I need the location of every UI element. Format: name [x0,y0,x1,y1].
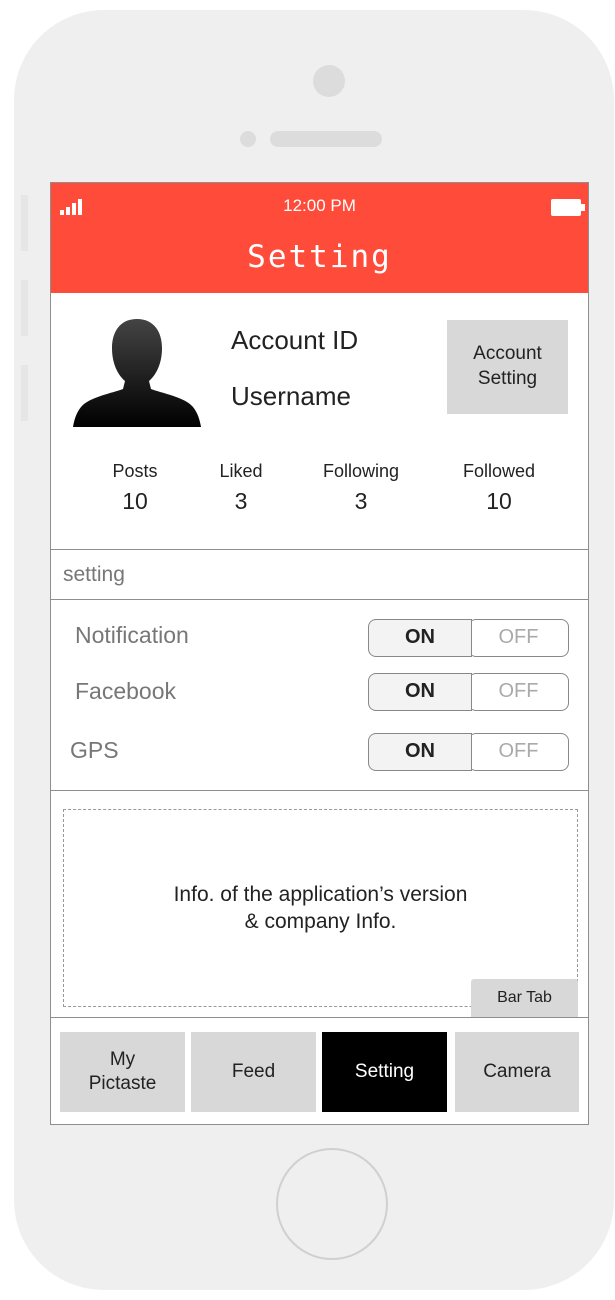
stat-followed: Followed 10 [451,461,547,515]
section-label: setting [63,563,125,586]
stat-liked: Liked 3 [209,461,273,515]
account-setting-label-line1: Account [473,343,542,365]
page-title: Setting [247,239,392,275]
toggle-off-option[interactable]: OFF [468,673,569,711]
app-screen: 12:00 PM Setting Account ID Username Acc… [50,182,589,1125]
tab-label-line1: My [109,1049,136,1071]
app-info-line2: & company Info. [244,910,397,934]
toggle-off-option[interactable]: OFF [468,733,569,771]
setting-label-notification: Notification [75,622,189,648]
tab-setting[interactable]: Setting [322,1032,447,1112]
notification-toggle[interactable]: OFF ON [368,619,569,657]
toggle-on-option[interactable]: ON [368,733,472,771]
tab-bar: My Pictaste Feed Setting Camera [51,1017,588,1124]
stat-label: Followed [462,461,536,481]
app-info-box: Info. of the application’s version & com… [63,809,578,1007]
earpiece-speaker [270,131,382,147]
front-camera [313,65,345,97]
tab-feed[interactable]: Feed [191,1032,316,1112]
settings-list: Notification OFF ON Facebook OFF ON GPS … [51,600,588,791]
avatar-silhouette-icon [73,319,201,427]
stat-label: Posts [112,461,158,481]
toggle-on-option[interactable]: ON [368,619,472,657]
proximity-sensor [240,131,256,147]
gps-toggle[interactable]: OFF ON [368,733,569,771]
username: Username [231,381,351,411]
status-time: 12:00 PM [283,196,356,215]
stat-value: 10 [486,488,512,514]
volume-up-button [21,280,28,336]
header: 12:00 PM Setting [51,183,588,293]
profile-card: Account ID Username Account Setting Post… [51,293,588,550]
stat-label: Following [322,461,400,481]
stat-value: 3 [354,488,368,514]
battery-icon [551,199,581,216]
home-button[interactable] [276,1148,388,1260]
account-id: Account ID [231,325,359,355]
account-setting-label-line2: Setting [477,368,538,389]
bar-tab-annotation: Bar Tab [471,979,578,1017]
app-info-text: Info. of the application’s version & com… [64,881,577,936]
setting-label-gps: GPS [70,737,119,763]
tab-label: Feed [231,1061,276,1083]
app-info-line1: Info. of the application’s version [173,883,468,906]
battery-tip [581,204,585,211]
facebook-toggle[interactable]: OFF ON [368,673,569,711]
tab-label-line2: Pictaste [88,1073,157,1094]
stat-value: 10 [122,488,148,514]
settings-section-header: setting [51,549,588,600]
tab-label: Setting [354,1061,415,1083]
account-setting-button[interactable]: Account Setting [447,320,568,414]
stat-following: Following 3 [311,461,411,515]
stat-posts: Posts 10 [103,461,167,515]
tab-my-pictaste[interactable]: My Pictaste [60,1032,185,1112]
setting-label-facebook: Facebook [75,678,177,704]
toggle-off-option[interactable]: OFF [468,619,569,657]
tab-camera[interactable]: Camera [455,1032,579,1112]
volume-down-button [21,365,28,421]
stat-value: 3 [234,488,248,514]
stat-label: Liked [219,461,263,481]
mute-switch [21,195,28,251]
tab-label: Camera [483,1061,551,1083]
toggle-on-option[interactable]: ON [368,673,472,711]
